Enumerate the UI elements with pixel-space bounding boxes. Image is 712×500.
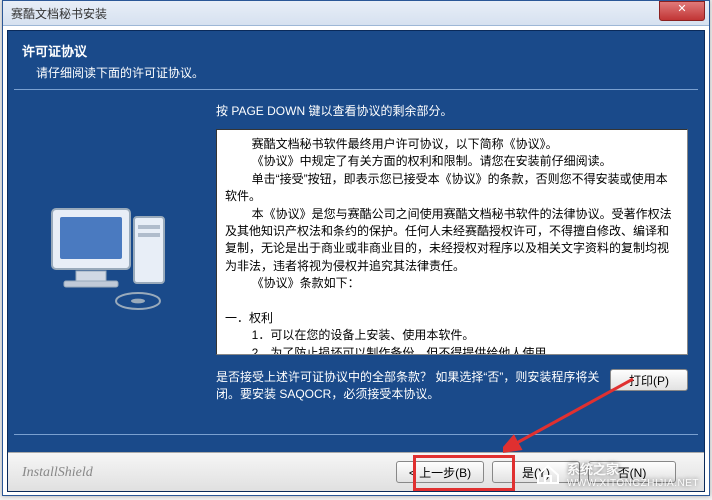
wizard-header: 许可证协议 请仔细阅读下面的许可证协议。: [8, 31, 704, 89]
titlebar: 赛酷文档秘书安装 ✕: [3, 1, 709, 26]
back-button[interactable]: < 上一步(B): [396, 461, 484, 483]
license-pane: 按 PAGE DOWN 键以查看协议的剩余部分。 赛酷文档秘书软件最终用户许可协…: [208, 90, 704, 430]
yes-button[interactable]: 是(Y): [492, 461, 580, 483]
computer-icon: [38, 195, 178, 325]
header-subtitle: 请仔细阅读下面的许可证协议。: [22, 64, 690, 81]
license-textbox[interactable]: 赛酷文档秘书软件最终用户许可协议，以下简称《协议》。 《协议》中规定了有关方面的…: [216, 129, 688, 355]
accept-question: 是否接受上述许可证协议中的全部条款？ 如果选择“否”，则安装程序将关闭。要安装 …: [216, 369, 600, 403]
no-button[interactable]: 否(N): [588, 461, 676, 483]
print-button[interactable]: 打印(P): [610, 369, 688, 391]
close-icon: ✕: [677, 3, 686, 15]
installshield-brand: InstallShield: [22, 465, 93, 481]
footer-divider: [14, 434, 698, 435]
pagedown-hint: 按 PAGE DOWN 键以查看协议的剩余部分。: [216, 102, 688, 119]
sidebar-graphic: [8, 90, 208, 430]
close-button[interactable]: ✕: [659, 1, 705, 21]
header-title: 许可证协议: [22, 41, 690, 60]
button-bar: InstallShield < 上一步(B) 是(Y) 否(N): [8, 452, 704, 491]
content-area: 按 PAGE DOWN 键以查看协议的剩余部分。 赛酷文档秘书软件最终用户许可协…: [8, 90, 704, 430]
wizard-body: 许可证协议 请仔细阅读下面的许可证协议。 按 PAGE DOW: [7, 30, 705, 492]
accept-question-row: 是否接受上述许可证协议中的全部条款？ 如果选择“否”，则安装程序将关闭。要安装 …: [216, 369, 688, 403]
window-title: 赛酷文档秘书安装: [11, 5, 107, 22]
installer-window: 赛酷文档秘书安装 ✕ 许可证协议 请仔细阅读下面的许可证协议。: [2, 0, 710, 496]
